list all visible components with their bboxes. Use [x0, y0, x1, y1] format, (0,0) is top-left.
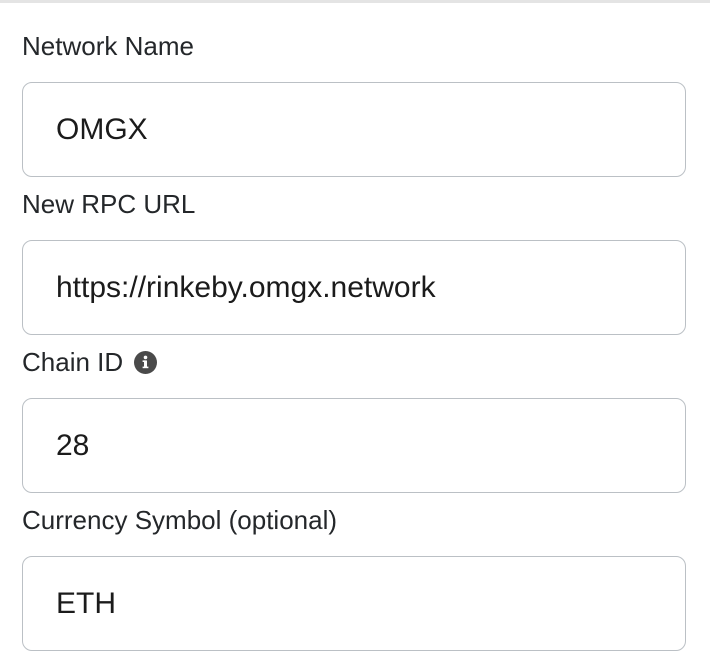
network-name-label: Network Name [22, 29, 194, 63]
currency-symbol-label: Currency Symbol (optional) [22, 503, 337, 537]
chain-id-label-text: Chain ID [22, 347, 124, 377]
currency-symbol-input[interactable] [22, 556, 686, 651]
rpc-url-input[interactable] [22, 240, 686, 335]
currency-symbol-label-text: Currency Symbol (optional) [22, 505, 338, 535]
chain-id-input[interactable] [22, 398, 686, 493]
info-circle-icon[interactable] [134, 350, 158, 374]
rpc-url-label: New RPC URL [22, 187, 195, 221]
network-name-input[interactable] [22, 82, 686, 177]
chain-id-label: Chain ID [22, 345, 158, 379]
rpc-url-label-text: New RPC URL [22, 189, 196, 219]
network-name-label-text: Network Name [22, 31, 194, 61]
top-divider [0, 0, 710, 3]
